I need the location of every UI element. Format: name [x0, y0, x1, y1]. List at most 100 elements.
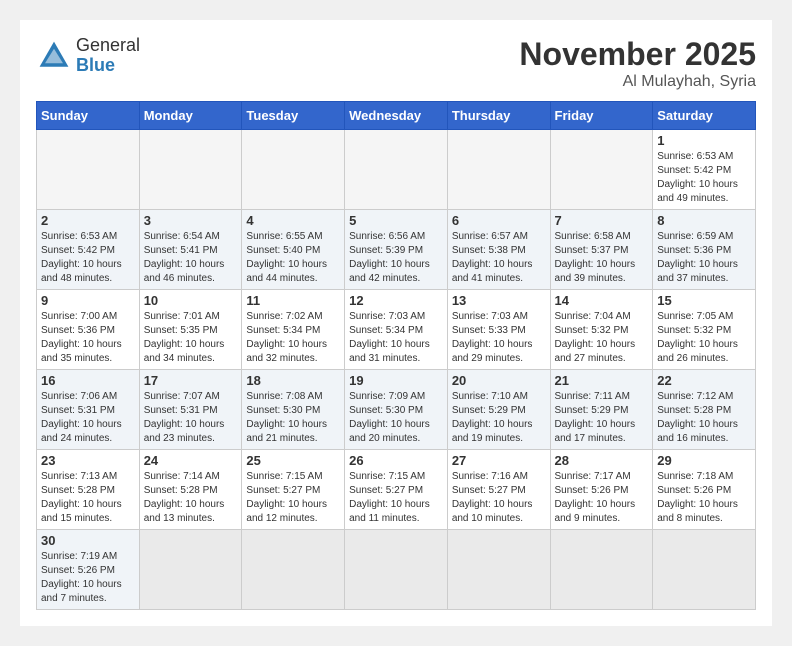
- calendar-cell: 25Sunrise: 7:15 AM Sunset: 5:27 PM Dayli…: [242, 450, 345, 530]
- logo-icon: [36, 38, 72, 74]
- calendar-cell: 22 Sunrise: 7:12 AM Sunset: 5:28 PM Dayli…: [653, 370, 756, 450]
- calendar-cell: 4 Sunrise: 6:55 AM Sunset: 5:40 PM Daylig…: [242, 210, 345, 290]
- day-number: 9: [41, 293, 135, 308]
- logo: General Blue: [36, 36, 140, 76]
- day-number: 24: [144, 453, 238, 468]
- weekday-header-thursday: Thursday: [447, 102, 550, 130]
- calendar-cell: 7 Sunrise: 6:58 AM Sunset: 5:37 PM Daylig…: [550, 210, 653, 290]
- day-info: Sunrise: 6:55 AM Sunset: 5:40 PM Dayligh…: [246, 230, 340, 286]
- calendar-week-row: 16 Sunrise: 7:06 AM Sunset: 5:31 PM Dayli…: [37, 370, 756, 450]
- day-info: Sunrise: 6:59 AM Sunset: 5:36 PM Dayligh…: [657, 230, 751, 286]
- day-number: 30: [41, 533, 135, 548]
- calendar-cell: [345, 530, 448, 610]
- location-title: Al Mulayhah, Syria: [519, 73, 756, 91]
- day-info: Sunrise: 6:53 AM Sunset: 5:42 PM Dayligh…: [41, 230, 135, 286]
- day-number: 20: [452, 373, 546, 388]
- logo-text: General Blue: [76, 36, 140, 76]
- day-info: Sunrise: 7:04 AM Sunset: 5:32 PM Dayligh…: [555, 310, 649, 366]
- calendar-cell: 20Sunrise: 7:10 AM Sunset: 5:29 PM Dayli…: [447, 370, 550, 450]
- calendar: SundayMondayTuesdayWednesdayThursdayFrid…: [36, 101, 756, 610]
- day-number: 10: [144, 293, 238, 308]
- calendar-cell: [242, 130, 345, 210]
- month-title: November 2025: [519, 36, 756, 73]
- title-area: November 2025 Al Mulayhah, Syria: [519, 36, 756, 91]
- day-info: Sunrise: 7:17 AM Sunset: 5:26 PM Dayligh…: [555, 470, 649, 526]
- calendar-cell: 27 Sunrise: 7:16 AM Sunset: 5:27 PM Dayli…: [447, 450, 550, 530]
- day-number: 8: [657, 213, 751, 228]
- calendar-cell: 9Sunrise: 7:00 AM Sunset: 5:36 PM Daylig…: [37, 290, 140, 370]
- day-info: Sunrise: 7:01 AM Sunset: 5:35 PM Dayligh…: [144, 310, 238, 366]
- day-info: Sunrise: 7:09 AM Sunset: 5:30 PM Dayligh…: [349, 390, 443, 446]
- day-number: 5: [349, 213, 443, 228]
- calendar-cell: 11 Sunrise: 7:02 AM Sunset: 5:34 PM Dayli…: [242, 290, 345, 370]
- calendar-week-row: 30 Sunrise: 7:19 AM Sunset: 5:26 PM Dayli…: [37, 530, 756, 610]
- calendar-cell: [139, 130, 242, 210]
- day-number: 28: [555, 453, 649, 468]
- calendar-cell: 29 Sunrise: 7:18 AM Sunset: 5:26 PM Dayli…: [653, 450, 756, 530]
- day-info: Sunrise: 7:18 AM Sunset: 5:26 PM Dayligh…: [657, 470, 751, 526]
- calendar-cell: 21 Sunrise: 7:11 AM Sunset: 5:29 PM Dayli…: [550, 370, 653, 450]
- day-info: Sunrise: 6:58 AM Sunset: 5:37 PM Dayligh…: [555, 230, 649, 286]
- calendar-cell: 10 Sunrise: 7:01 AM Sunset: 5:35 PM Dayli…: [139, 290, 242, 370]
- day-info: Sunrise: 7:12 AM Sunset: 5:28 PM Dayligh…: [657, 390, 751, 446]
- calendar-cell: [447, 130, 550, 210]
- calendar-cell: [653, 530, 756, 610]
- day-number: 14: [555, 293, 649, 308]
- weekday-header-monday: Monday: [139, 102, 242, 130]
- day-number: 29: [657, 453, 751, 468]
- day-info: Sunrise: 7:03 AM Sunset: 5:33 PM Dayligh…: [452, 310, 546, 366]
- calendar-week-row: 23 Sunrise: 7:13 AM Sunset: 5:28 PM Dayli…: [37, 450, 756, 530]
- day-info: Sunrise: 7:11 AM Sunset: 5:29 PM Dayligh…: [555, 390, 649, 446]
- day-info: Sunrise: 7:06 AM Sunset: 5:31 PM Dayligh…: [41, 390, 135, 446]
- calendar-cell: 28 Sunrise: 7:17 AM Sunset: 5:26 PM Dayli…: [550, 450, 653, 530]
- calendar-cell: 16 Sunrise: 7:06 AM Sunset: 5:31 PM Dayli…: [37, 370, 140, 450]
- calendar-cell: 23 Sunrise: 7:13 AM Sunset: 5:28 PM Dayli…: [37, 450, 140, 530]
- day-number: 4: [246, 213, 340, 228]
- calendar-cell: 12 Sunrise: 7:03 AM Sunset: 5:34 PM Dayli…: [345, 290, 448, 370]
- day-number: 13: [452, 293, 546, 308]
- day-info: Sunrise: 6:53 AM Sunset: 5:42 PM Dayligh…: [657, 150, 751, 206]
- calendar-cell: 17 Sunrise: 7:07 AM Sunset: 5:31 PM Dayli…: [139, 370, 242, 450]
- day-number: 26: [349, 453, 443, 468]
- calendar-cell: [345, 130, 448, 210]
- calendar-cell: 8 Sunrise: 6:59 AM Sunset: 5:36 PM Daylig…: [653, 210, 756, 290]
- day-number: 19: [349, 373, 443, 388]
- day-info: Sunrise: 7:13 AM Sunset: 5:28 PM Dayligh…: [41, 470, 135, 526]
- day-info: Sunrise: 7:03 AM Sunset: 5:34 PM Dayligh…: [349, 310, 443, 366]
- weekday-header-friday: Friday: [550, 102, 653, 130]
- calendar-cell: 19 Sunrise: 7:09 AM Sunset: 5:30 PM Dayli…: [345, 370, 448, 450]
- day-number: 11: [246, 293, 340, 308]
- calendar-cell: 2Sunrise: 6:53 AM Sunset: 5:42 PM Daylig…: [37, 210, 140, 290]
- calendar-cell: 5 Sunrise: 6:56 AM Sunset: 5:39 PM Daylig…: [345, 210, 448, 290]
- day-info: Sunrise: 7:15 AM Sunset: 5:27 PM Dayligh…: [349, 470, 443, 526]
- day-number: 16: [41, 373, 135, 388]
- day-number: 17: [144, 373, 238, 388]
- calendar-cell: 6 Sunrise: 6:57 AM Sunset: 5:38 PM Daylig…: [447, 210, 550, 290]
- day-info: Sunrise: 6:57 AM Sunset: 5:38 PM Dayligh…: [452, 230, 546, 286]
- calendar-cell: [550, 530, 653, 610]
- day-number: 25: [246, 453, 340, 468]
- day-info: Sunrise: 7:02 AM Sunset: 5:34 PM Dayligh…: [246, 310, 340, 366]
- calendar-cell: 14 Sunrise: 7:04 AM Sunset: 5:32 PM Dayli…: [550, 290, 653, 370]
- day-info: Sunrise: 7:05 AM Sunset: 5:32 PM Dayligh…: [657, 310, 751, 366]
- day-info: Sunrise: 7:07 AM Sunset: 5:31 PM Dayligh…: [144, 390, 238, 446]
- day-number: 12: [349, 293, 443, 308]
- day-number: 23: [41, 453, 135, 468]
- day-info: Sunrise: 6:56 AM Sunset: 5:39 PM Dayligh…: [349, 230, 443, 286]
- day-info: Sunrise: 7:19 AM Sunset: 5:26 PM Dayligh…: [41, 550, 135, 606]
- page: General Blue November 2025 Al Mulayhah, …: [20, 20, 772, 626]
- day-number: 22: [657, 373, 751, 388]
- day-number: 27: [452, 453, 546, 468]
- weekday-header-wednesday: Wednesday: [345, 102, 448, 130]
- weekday-header-saturday: Saturday: [653, 102, 756, 130]
- calendar-cell: 26 Sunrise: 7:15 AM Sunset: 5:27 PM Dayli…: [345, 450, 448, 530]
- calendar-cell: 3Sunrise: 6:54 AM Sunset: 5:41 PM Daylig…: [139, 210, 242, 290]
- day-info: Sunrise: 7:16 AM Sunset: 5:27 PM Dayligh…: [452, 470, 546, 526]
- calendar-cell: 13 Sunrise: 7:03 AM Sunset: 5:33 PM Dayli…: [447, 290, 550, 370]
- day-number: 21: [555, 373, 649, 388]
- calendar-cell: 30 Sunrise: 7:19 AM Sunset: 5:26 PM Dayli…: [37, 530, 140, 610]
- day-number: 6: [452, 213, 546, 228]
- day-number: 7: [555, 213, 649, 228]
- calendar-header-row: SundayMondayTuesdayWednesdayThursdayFrid…: [37, 102, 756, 130]
- header: General Blue November 2025 Al Mulayhah, …: [36, 36, 756, 91]
